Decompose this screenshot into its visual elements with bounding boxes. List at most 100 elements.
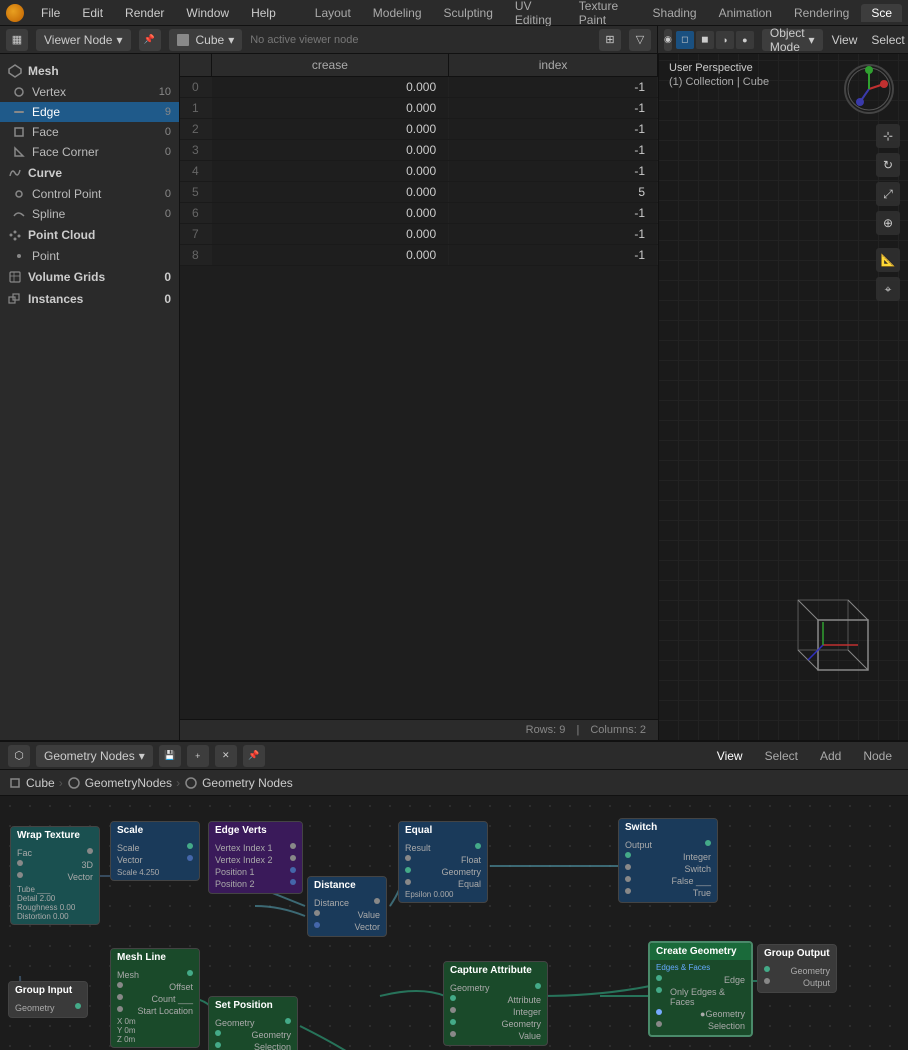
node-editor-type-icon[interactable]: ⬡ xyxy=(8,745,30,767)
shading-type-buttons: ◻ ◼ ◑ ● xyxy=(676,31,754,49)
tab-modeling[interactable]: Modeling xyxy=(363,4,432,22)
cube-dropdown[interactable]: Cube ▾ xyxy=(169,29,243,51)
node-distance[interactable]: Distance Distance Value Vector xyxy=(307,876,387,937)
face-corner-count: 0 xyxy=(165,146,171,158)
node-pin-icon[interactable]: 📌 xyxy=(243,745,265,767)
editor-type-icon[interactable]: ▦ xyxy=(6,29,28,51)
edge-icon xyxy=(12,105,26,119)
funnel-icon[interactable]: ▽ xyxy=(629,29,651,51)
node-edge-verts[interactable]: Edge Verts Vertex Index 1 Vertex Index 2… xyxy=(208,821,303,894)
sidebar-group-instances[interactable]: Instances 0 xyxy=(0,288,179,310)
object-mode-dropdown[interactable]: Object Mode ▾ xyxy=(762,29,823,51)
tab-scene[interactable]: Sce xyxy=(861,4,902,22)
sidebar-item-point[interactable]: Point xyxy=(0,246,179,266)
node-switch[interactable]: Switch Output Integer Switch False ___ xyxy=(618,818,718,903)
index-cell: -1 xyxy=(449,203,658,224)
move-tool-btn[interactable]: ⊹ xyxy=(876,124,900,148)
tab-rendering[interactable]: Rendering xyxy=(784,4,859,22)
tab-shading[interactable]: Shading xyxy=(643,4,707,22)
node-set-position[interactable]: Set Position Geometry Geometry Selection… xyxy=(208,996,298,1050)
col-header-index[interactable]: index xyxy=(449,54,658,77)
tab-texture-paint[interactable]: Texture Paint xyxy=(569,0,641,29)
solid-shading-btn[interactable]: ◼ xyxy=(696,31,714,49)
viewport-shading-icon[interactable]: ◉ xyxy=(664,29,672,51)
cursor-tool-btn[interactable]: ⌖ xyxy=(876,277,900,301)
node-create-geometry[interactable]: Create Geometry Edges & Faces Edge Only … xyxy=(648,941,753,1037)
filter-icon[interactable]: ⊞ xyxy=(599,29,621,51)
index-cell: -1 xyxy=(449,119,658,140)
tab-animation[interactable]: Animation xyxy=(709,4,782,22)
tab-uv-editing[interactable]: UV Editing xyxy=(505,0,567,29)
viewer-node-dropdown[interactable]: Viewer Node ▾ xyxy=(36,29,131,51)
sidebar-group-point-cloud[interactable]: Point Cloud xyxy=(0,224,179,246)
menu-file[interactable]: File xyxy=(36,4,65,22)
node-group-input[interactable]: Group Input Geometry xyxy=(8,981,88,1018)
scale-tool-btn[interactable]: ⤢ xyxy=(876,182,900,206)
spreadsheet-table-wrap[interactable]: crease index 0 0.000 -1 1 0.000 -1 2 0.0… xyxy=(180,54,658,719)
breadcrumb-geonodes[interactable]: GeometryNodes xyxy=(85,776,172,790)
viewport-canvas[interactable]: User Perspective (1) Collection | Cube ⊹… xyxy=(659,54,908,740)
sidebar-item-face-corner[interactable]: Face Corner 0 xyxy=(0,142,179,162)
node-mesh-line[interactable]: Mesh Line Mesh Offset Count ___ Start Lo… xyxy=(110,948,200,1048)
crease-cell: 0.000 xyxy=(211,245,448,266)
rotate-tool-btn[interactable]: ↻ xyxy=(876,153,900,177)
node-wrap-texture[interactable]: Wrap Texture Fac 3D Vector Tube ___ Deta… xyxy=(10,826,100,925)
select-menu[interactable]: Select xyxy=(866,31,908,49)
index-cell: -1 xyxy=(449,98,658,119)
table-row: 6 0.000 -1 xyxy=(180,203,658,224)
geometry-nodes-dropdown[interactable]: Geometry Nodes ▾ xyxy=(36,745,153,767)
viewport-gizmo[interactable] xyxy=(844,64,894,114)
crease-cell: 0.000 xyxy=(211,140,448,161)
tab-sculpting[interactable]: Sculpting xyxy=(434,4,503,22)
measure-tool-btn[interactable]: 📐 xyxy=(876,248,900,272)
tab-layout[interactable]: Layout xyxy=(305,4,361,22)
sidebar-item-edge[interactable]: Edge 9 xyxy=(0,102,179,122)
sidebar-group-volume[interactable]: Volume Grids 0 xyxy=(0,266,179,288)
table-row: 0 0.000 -1 xyxy=(180,77,658,98)
node-new-icon[interactable]: + xyxy=(187,745,209,767)
sidebar-group-mesh[interactable]: Mesh xyxy=(0,60,179,82)
view-menu[interactable]: View xyxy=(827,31,863,49)
sidebar-item-face[interactable]: Face 0 xyxy=(0,122,179,142)
menu-edit[interactable]: Edit xyxy=(77,4,108,22)
node-capture-attribute[interactable]: Capture Attribute Geometry Attribute Int… xyxy=(443,961,548,1046)
node-save-icon[interactable]: 💾 xyxy=(159,745,181,767)
curve-label: Curve xyxy=(28,166,62,180)
pin-icon[interactable]: 📌 xyxy=(139,29,161,51)
node-canvas[interactable]: Group Input Geometry Wrap Texture Fac 3D xyxy=(0,796,908,1050)
node-equal[interactable]: Equal Result Float Geometry Equal xyxy=(398,821,488,903)
index-cell: -1 xyxy=(449,224,658,245)
node-header-node[interactable]: Node xyxy=(855,747,900,765)
node-header-view[interactable]: View xyxy=(709,747,751,765)
index-cell: 5 xyxy=(449,182,658,203)
geometry-nodes-label: Geometry Nodes xyxy=(44,749,135,763)
breadcrumb-sep2: › xyxy=(176,776,180,790)
vertex-count: 10 xyxy=(159,86,171,98)
crease-cell: 0.000 xyxy=(211,77,448,98)
table-row: 8 0.000 -1 xyxy=(180,245,658,266)
node-close-icon[interactable]: ✕ xyxy=(215,745,237,767)
menu-help[interactable]: Help xyxy=(246,4,281,22)
menu-render[interactable]: Render xyxy=(120,4,169,22)
wire-shading-btn[interactable]: ◻ xyxy=(676,31,694,49)
node-scale[interactable]: Scale Scale Vector Scale 4.250 xyxy=(110,821,200,881)
face-corner-label: Face Corner xyxy=(32,145,159,159)
left-sidebar: Mesh Vertex 10 Edge 9 Face 0 xyxy=(0,54,180,740)
sidebar-item-spline[interactable]: Spline 0 xyxy=(0,204,179,224)
sidebar-group-curve[interactable]: Curve xyxy=(0,162,179,184)
breadcrumb-geonodes2[interactable]: Geometry Nodes xyxy=(202,776,293,790)
node-header-select[interactable]: Select xyxy=(757,747,806,765)
crease-cell: 0.000 xyxy=(211,98,448,119)
menu-window[interactable]: Window xyxy=(181,4,234,22)
breadcrumb-cube[interactable]: Cube xyxy=(26,776,55,790)
node-header-add[interactable]: Add xyxy=(812,747,849,765)
render-shading-btn[interactable]: ● xyxy=(736,31,754,49)
sidebar-item-vertex[interactable]: Vertex 10 xyxy=(0,82,179,102)
transform-tool-btn[interactable]: ⊕ xyxy=(876,211,900,235)
node-group-output[interactable]: Group Output Geometry Output xyxy=(757,944,837,993)
sidebar-item-control-point[interactable]: Control Point 0 xyxy=(0,184,179,204)
col-header-crease[interactable]: crease xyxy=(211,54,448,77)
cube-label: Cube xyxy=(196,33,225,47)
vertex-icon xyxy=(12,85,26,99)
material-shading-btn[interactable]: ◑ xyxy=(716,31,734,49)
